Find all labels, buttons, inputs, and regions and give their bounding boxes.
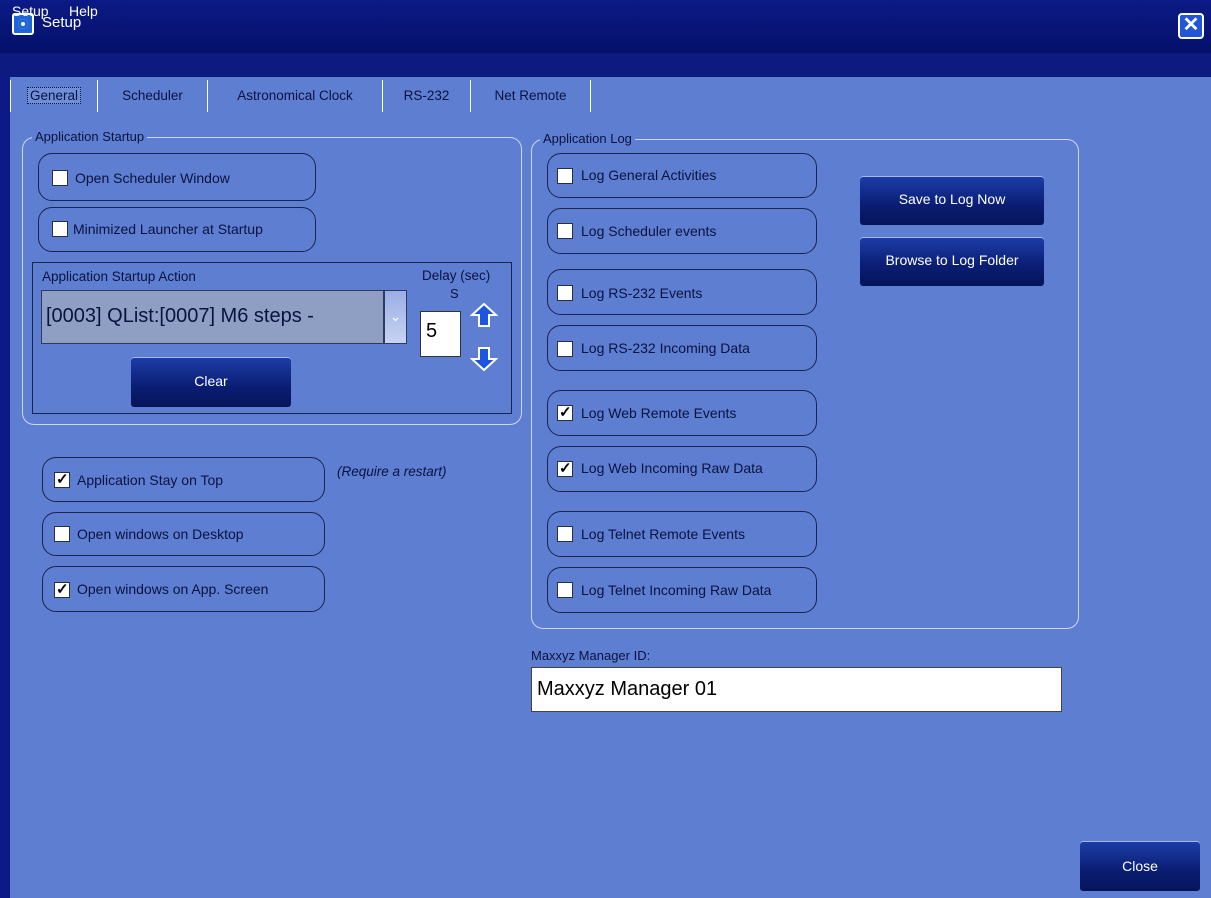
log-web-remote-events-checkbox[interactable] [557,403,573,421]
startup-action-value: [0003] QList:[0007] M6 steps - [46,305,314,327]
log-telnet-remote-events-label: Log Telnet Remote Events [581,526,745,542]
delay-unit: S [450,286,459,301]
title-bar [0,0,1211,53]
arrow-down-icon[interactable] [469,346,499,375]
stay-on-top-label: Application Stay on Top [77,472,224,488]
log-telnet-incoming-label: Log Telnet Incoming Raw Data [581,582,772,598]
application-log-legend: Application Log [540,131,635,146]
chevron-down-icon[interactable]: ⌄ [384,290,407,344]
clear-button[interactable]: Clear [131,357,291,407]
log-scheduler-events-label: Log Scheduler events [581,223,717,239]
window-frame [0,77,10,898]
restart-note: (Require a restart) [337,464,447,479]
open-desktop-checkbox[interactable] [54,526,70,542]
delay-value: 5 [426,320,438,342]
log-general-activities-checkbox[interactable] [557,168,573,184]
log-scheduler-events-checkbox[interactable] [557,223,573,239]
open-desktop-label: Open windows on Desktop [77,526,244,542]
save-to-log-button[interactable]: Save to Log Now [860,176,1044,225]
log-rs232-incoming-label: Log RS-232 Incoming Data [581,340,750,356]
log-web-incoming-checkbox[interactable] [557,459,573,477]
menu-setup[interactable]: Setup [12,3,49,19]
tab-general-label: General [26,87,82,104]
menu-bar [0,53,1211,77]
log-web-remote-events-label: Log Web Remote Events [581,405,737,421]
log-web-incoming-label: Log Web Incoming Raw Data [581,460,763,476]
menu-help[interactable]: Help [69,3,98,19]
startup-action-label: Application Startup Action [42,269,196,284]
close-window-icon[interactable]: ✕ [1178,13,1204,39]
log-general-activities-label: Log General Activities [581,167,717,183]
tab-net-remote[interactable]: Net Remote [471,80,591,112]
application-startup-legend: Application Startup [32,129,148,144]
browse-log-folder-button[interactable]: Browse to Log Folder [860,237,1044,286]
tab-rs232[interactable]: RS-232 [383,80,471,112]
log-telnet-remote-events-checkbox[interactable] [557,526,573,542]
tab-astronomical-clock[interactable]: Astronomical Clock [208,80,383,112]
open-scheduler-window-label: Open Scheduler Window [75,170,230,186]
log-rs232-incoming-checkbox[interactable] [557,341,573,357]
log-rs232-events-label: Log RS-232 Events [581,285,703,301]
tab-general[interactable]: General [10,80,98,112]
arrow-up-icon[interactable] [469,302,499,331]
log-rs232-events-checkbox[interactable] [557,285,573,301]
manager-id-label: Maxxyz Manager ID: [531,648,651,663]
manager-id-input[interactable] [531,667,1062,712]
minimized-launcher-label: Minimized Launcher at Startup [73,221,263,237]
open-scheduler-window-checkbox[interactable] [52,170,68,186]
close-button[interactable]: Close [1080,841,1200,891]
stay-on-top-checkbox[interactable] [54,470,70,488]
open-app-screen-label: Open windows on App. Screen [77,581,269,597]
open-app-screen-checkbox[interactable] [54,580,70,598]
minimized-launcher-checkbox[interactable] [52,221,68,237]
log-telnet-incoming-checkbox[interactable] [557,582,573,598]
tab-scheduler[interactable]: Scheduler [98,80,208,112]
delay-label: Delay (sec) [422,268,491,283]
